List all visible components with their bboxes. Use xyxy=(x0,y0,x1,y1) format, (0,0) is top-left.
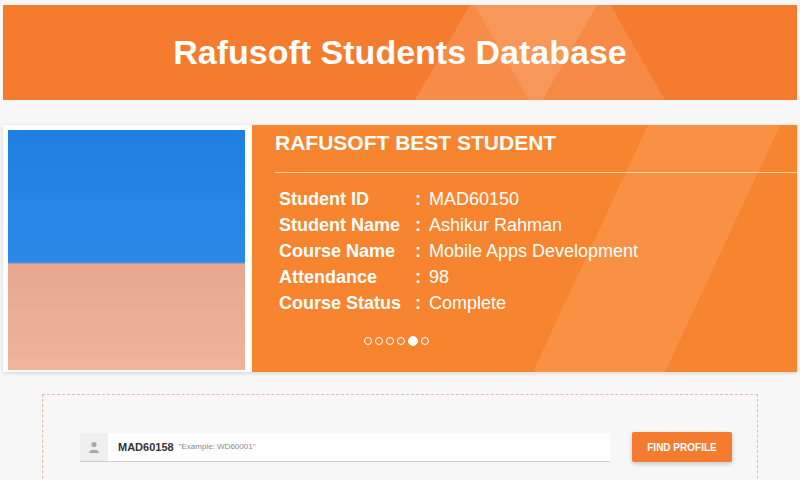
student-photo xyxy=(8,130,245,370)
student-fields: Student ID : MAD60150 Student Name : Ashi… xyxy=(252,173,797,315)
input-hint: "Example: WD60001" xyxy=(179,442,256,451)
field-separator: : xyxy=(415,291,429,315)
carousel-dots xyxy=(252,315,797,346)
carousel-dot[interactable] xyxy=(386,337,394,345)
field-value: Ashikur Rahman xyxy=(429,213,797,237)
student-info-panel: RAFUSOFT BEST STUDENT Student ID : MAD60… xyxy=(252,125,797,372)
field-value: Mobile Apps Development xyxy=(429,239,797,263)
best-student-card: RAFUSOFT BEST STUDENT Student ID : MAD60… xyxy=(3,125,797,372)
header-banner: Rafusoft Students Database xyxy=(3,5,797,100)
divider xyxy=(275,172,797,173)
carousel-dot[interactable] xyxy=(397,337,405,345)
field-value: 98 xyxy=(429,265,797,289)
page: Rafusoft Students Database RAFUSOFT BEST… xyxy=(0,0,800,480)
field-separator: : xyxy=(415,239,429,263)
header-title: Rafusoft Students Database xyxy=(173,33,626,72)
field-label: Course Name xyxy=(279,239,415,263)
field-separator: : xyxy=(415,265,429,289)
carousel-dot[interactable] xyxy=(408,336,418,346)
field-label: Student Name xyxy=(279,213,415,237)
field-separator: : xyxy=(415,213,429,237)
field-label: Student ID xyxy=(279,187,415,211)
search-section: MAD60158 "Example: WD60001" FIND PROFILE xyxy=(42,394,758,480)
field-label: Attendance xyxy=(279,265,415,289)
carousel-dot[interactable] xyxy=(421,337,429,345)
carousel-dot[interactable] xyxy=(375,337,383,345)
student-id-input[interactable]: MAD60158 "Example: WD60001" xyxy=(80,433,610,462)
carousel-dot[interactable] xyxy=(364,337,372,345)
spotlight-title: RAFUSOFT BEST STUDENT xyxy=(252,125,797,157)
person-icon xyxy=(88,441,100,453)
field-value: Complete xyxy=(429,291,797,315)
field-value: MAD60150 xyxy=(429,187,797,211)
field-separator: : xyxy=(415,187,429,211)
search-row: MAD60158 "Example: WD60001" FIND PROFILE xyxy=(80,432,757,462)
input-value: MAD60158 xyxy=(118,441,174,453)
user-icon xyxy=(80,433,108,461)
find-profile-button[interactable]: FIND PROFILE xyxy=(632,432,732,462)
field-label: Course Status xyxy=(279,291,415,315)
